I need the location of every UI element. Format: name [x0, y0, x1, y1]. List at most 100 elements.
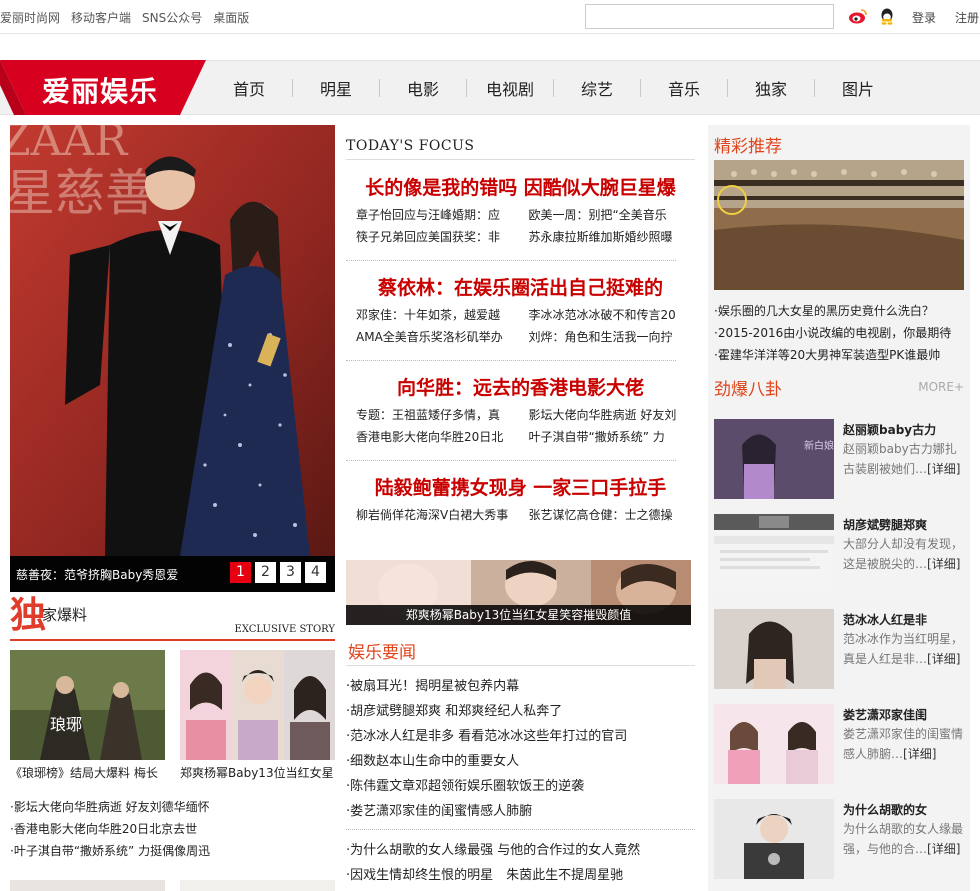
story-link[interactable]: 欧美一周：别把“全美音乐 — [529, 204, 686, 226]
story-link[interactable]: 香港电影大佬向华胜20日北 — [356, 426, 513, 448]
list-item[interactable]: ·被扇耳光！揭明星被包养内幕 — [346, 674, 695, 699]
list-item[interactable]: ·陈伟霆文章邓超领衔娱乐圈软饭王的逆袭 — [346, 774, 695, 799]
detail-link[interactable]: [详细] — [903, 747, 936, 761]
nav-stars[interactable]: 明星 — [293, 76, 379, 100]
thumb-image[interactable] — [10, 880, 165, 891]
login-link[interactable]: 登录 — [912, 9, 936, 26]
list-item[interactable]: ·霍建华洋洋等20大男神军装造型PK谁最帅 — [714, 344, 966, 366]
banner-caption[interactable]: 郑爽杨幂Baby13位当红女星笑容摧毁颜值 — [346, 605, 691, 625]
gossip-image[interactable] — [714, 704, 834, 784]
mid-banner[interactable]: 郑爽杨幂Baby13位当红女星笑容摧毁颜值 — [346, 560, 691, 625]
story-link[interactable]: 叶子淇自带“撒娇系统” 力 — [529, 426, 686, 448]
story-link[interactable]: 影坛大佬向华胜病逝 好友刘 — [529, 404, 686, 426]
more-link[interactable]: MORE+ — [918, 380, 964, 394]
search-input[interactable] — [585, 4, 834, 29]
story-link[interactable]: AMA全美音乐奖洛杉矶举办 — [356, 326, 513, 348]
list-item[interactable]: ·2015-2016由小说改编的电视剧，你最期待 — [714, 322, 966, 344]
hero-slideshow[interactable]: ZAAR 星慈善 慈善夜：范爷挤胸Baby秀恩爱 1 2 3 4 — [10, 125, 335, 592]
top-link-fashion[interactable]: 爱丽时尚网 — [0, 9, 60, 26]
thumb-image[interactable] — [180, 880, 335, 891]
nav-pictures[interactable]: 图片 — [815, 76, 901, 100]
detail-link[interactable]: [详细] — [927, 652, 960, 666]
list-item[interactable]: ·娄艺潇邓家佳的闺蜜情感人肺腑 — [346, 799, 695, 824]
story-headline[interactable]: 向华胜：远去的香港电影大佬 — [346, 374, 695, 402]
list-item[interactable]: ·胡彦斌劈腿郑爽 和郑爽经纪人私奔了 — [346, 699, 695, 724]
thumb-image[interactable] — [180, 650, 335, 760]
recommend-list: ·娱乐圈的几大女星的黑历史竟什么洗白？ ·2015-2016由小说改编的电视剧，… — [714, 300, 966, 366]
focus-title: TODAY'S FOCUS — [346, 138, 475, 154]
nav-exclusive[interactable]: 独家 — [728, 76, 814, 100]
nav-movies[interactable]: 电影 — [380, 76, 466, 100]
gossip-item[interactable]: 新白娘 赵丽颖baby古力 赵丽颖baby古力娜扎古装剧被她们…[详细] — [714, 419, 964, 499]
story-headline[interactable]: 长的像是我的错吗 因酷似大腕巨星爆 — [346, 174, 695, 202]
gossip-image[interactable] — [714, 799, 834, 879]
story-link[interactable]: 筷子兄弟回应美国获奖：非 — [356, 226, 513, 248]
list-item[interactable]: ·娱乐圈的几大女星的黑历史竟什么洗白？ — [714, 300, 966, 322]
svg-text:ZAAR: ZAAR — [10, 125, 129, 166]
site-logo[interactable]: 爱丽娱乐 — [0, 60, 206, 115]
list-item[interactable]: ·因戏生情却终生恨的明星 朱茵此生不提周星驰 — [346, 863, 695, 888]
hero-caption[interactable]: 慈善夜：范爷挤胸Baby秀恩爱 — [16, 566, 178, 583]
exclusive-thumb[interactable]: 琅琊 《琅琊榜》结局大爆料 梅长 — [10, 650, 165, 781]
story-link[interactable]: 柳岩倘佯花海深V白裙大秀事 — [356, 504, 513, 526]
exclusive-thumb[interactable]: 郑爽杨幂Baby13位当红女星 — [180, 650, 335, 781]
list-item[interactable]: ·叶子淇自带“撒娇系统” 力挺偶像周迅 — [10, 840, 335, 862]
register-link[interactable]: 注册 — [955, 9, 979, 26]
story-headline[interactable]: 陆毅鲍蕾携女现身 一家三口手拉手 — [346, 474, 695, 502]
story-link[interactable]: 苏永康拉斯维加斯婚纱照曝 — [529, 226, 686, 248]
story-link[interactable]: 邓家佳：十年如茶，越爱越 — [356, 304, 513, 326]
exclusive-subtitle: EXCLUSIVE STORY — [234, 624, 335, 635]
story-link[interactable]: 张艺谋忆高仓健：士之德操 — [529, 504, 686, 526]
list-item[interactable]: ·影坛大佬向华胜病逝 好友刘德华缅怀 — [10, 796, 335, 818]
gossip-image[interactable]: 新白娘 — [714, 419, 834, 499]
gossip-item-title[interactable]: 范冰冰人红是非 — [843, 611, 927, 628]
top-link-desktop[interactable]: 桌面版 — [213, 9, 249, 26]
thumb-caption[interactable]: 郑爽杨幂Baby13位当红女星 — [180, 764, 335, 781]
slide-dot[interactable]: 1 — [230, 562, 251, 583]
gossip-item[interactable]: 胡彦斌劈腿郑爽 大部分人却没有发现，这是被脱尖的…[详细] — [714, 514, 964, 594]
weibo-icon[interactable] — [848, 7, 868, 25]
thumb-image[interactable]: 琅琊 — [10, 650, 165, 760]
svg-text:琅琊: 琅琊 — [50, 715, 82, 734]
recommend-header: 精彩推荐 — [714, 132, 964, 158]
gossip-item-desc: 娄艺潇邓家佳的闺蜜情感人肺腑…[详细] — [843, 724, 965, 764]
gossip-item[interactable]: 娄艺潇邓家佳闺 娄艺潇邓家佳的闺蜜情感人肺腑…[详细] — [714, 704, 964, 784]
gossip-item-title[interactable]: 娄艺潇邓家佳闺 — [843, 706, 927, 723]
qq-icon[interactable] — [878, 7, 898, 25]
slide-dot[interactable]: 2 — [255, 562, 276, 583]
list-item[interactable]: ·香港电影大佬向华胜20日北京去世 — [10, 818, 335, 840]
detail-link[interactable]: [详细] — [927, 462, 960, 476]
story-link[interactable]: 专题：王祖蓝矮仔多情，真 — [356, 404, 513, 426]
story-link[interactable]: 刘烨：角色和生活我一向拧 — [529, 326, 686, 348]
gossip-item[interactable]: 为什么胡歌的女 为什么胡歌的女人缘最强，与他的合…[详细] — [714, 799, 964, 879]
focus-story: 长的像是我的错吗 因酷似大腕巨星爆 章子怡回应与汪峰婚期：应 欧美一周：别把“全… — [346, 174, 695, 248]
nav-tv[interactable]: 电视剧 — [467, 76, 553, 100]
list-item[interactable]: ·为什么胡歌的女人缘最强 与他的合作过的女人竟然 — [346, 838, 695, 863]
thumb-caption[interactable]: 《琅琊榜》结局大爆料 梅长 — [10, 764, 165, 781]
exclusive-news-list: ·影坛大佬向华胜病逝 好友刘德华缅怀 ·香港电影大佬向华胜20日北京去世 ·叶子… — [10, 796, 335, 862]
detail-link[interactable]: [详细] — [927, 842, 960, 856]
nav-variety[interactable]: 综艺 — [554, 76, 640, 100]
top-link-sns[interactable]: SNS公众号 — [142, 9, 202, 26]
hero-photo[interactable]: ZAAR 星慈善 — [10, 125, 335, 556]
nav-home[interactable]: 首页 — [206, 76, 292, 100]
gossip-item-title[interactable]: 赵丽颖baby古力 — [843, 421, 936, 438]
slide-dot[interactable]: 4 — [305, 562, 326, 583]
story-link[interactable]: 章子怡回应与汪峰婚期：应 — [356, 204, 513, 226]
top-link-mobile[interactable]: 移动客户端 — [71, 9, 131, 26]
focus-story: 向华胜：远去的香港电影大佬 专题：王祖蓝矮仔多情，真 影坛大佬向华胜病逝 好友刘… — [346, 374, 695, 448]
exclusive-thumbs: 琅琊 《琅琊榜》结局大爆料 梅长 郑爽杨幂Baby13位当红女星 — [10, 650, 335, 780]
gossip-item-title[interactable]: 为什么胡歌的女 — [843, 801, 927, 818]
detail-link[interactable]: [详细] — [927, 557, 960, 571]
list-item[interactable]: ·细数赵本山生命中的重要女人 — [346, 749, 695, 774]
gossip-image[interactable] — [714, 514, 834, 594]
slide-dot[interactable]: 3 — [280, 562, 301, 583]
recommend-image[interactable] — [714, 160, 964, 290]
story-link[interactable]: 李冰冰范冰冰破不和传言20 — [529, 304, 686, 326]
list-item[interactable]: ·范冰冰人红是非多 看看范冰冰这些年打过的官司 — [346, 724, 695, 749]
gossip-item-title[interactable]: 胡彦斌劈腿郑爽 — [843, 516, 927, 533]
story-headline[interactable]: 蔡依林：在娱乐圈活出自己挺难的 — [346, 274, 695, 302]
nav-music[interactable]: 音乐 — [641, 76, 727, 100]
gossip-image[interactable] — [714, 609, 834, 689]
gossip-item[interactable]: 范冰冰人红是非 范冰冰作为当红明星，真是人红是非…[详细] — [714, 609, 964, 689]
